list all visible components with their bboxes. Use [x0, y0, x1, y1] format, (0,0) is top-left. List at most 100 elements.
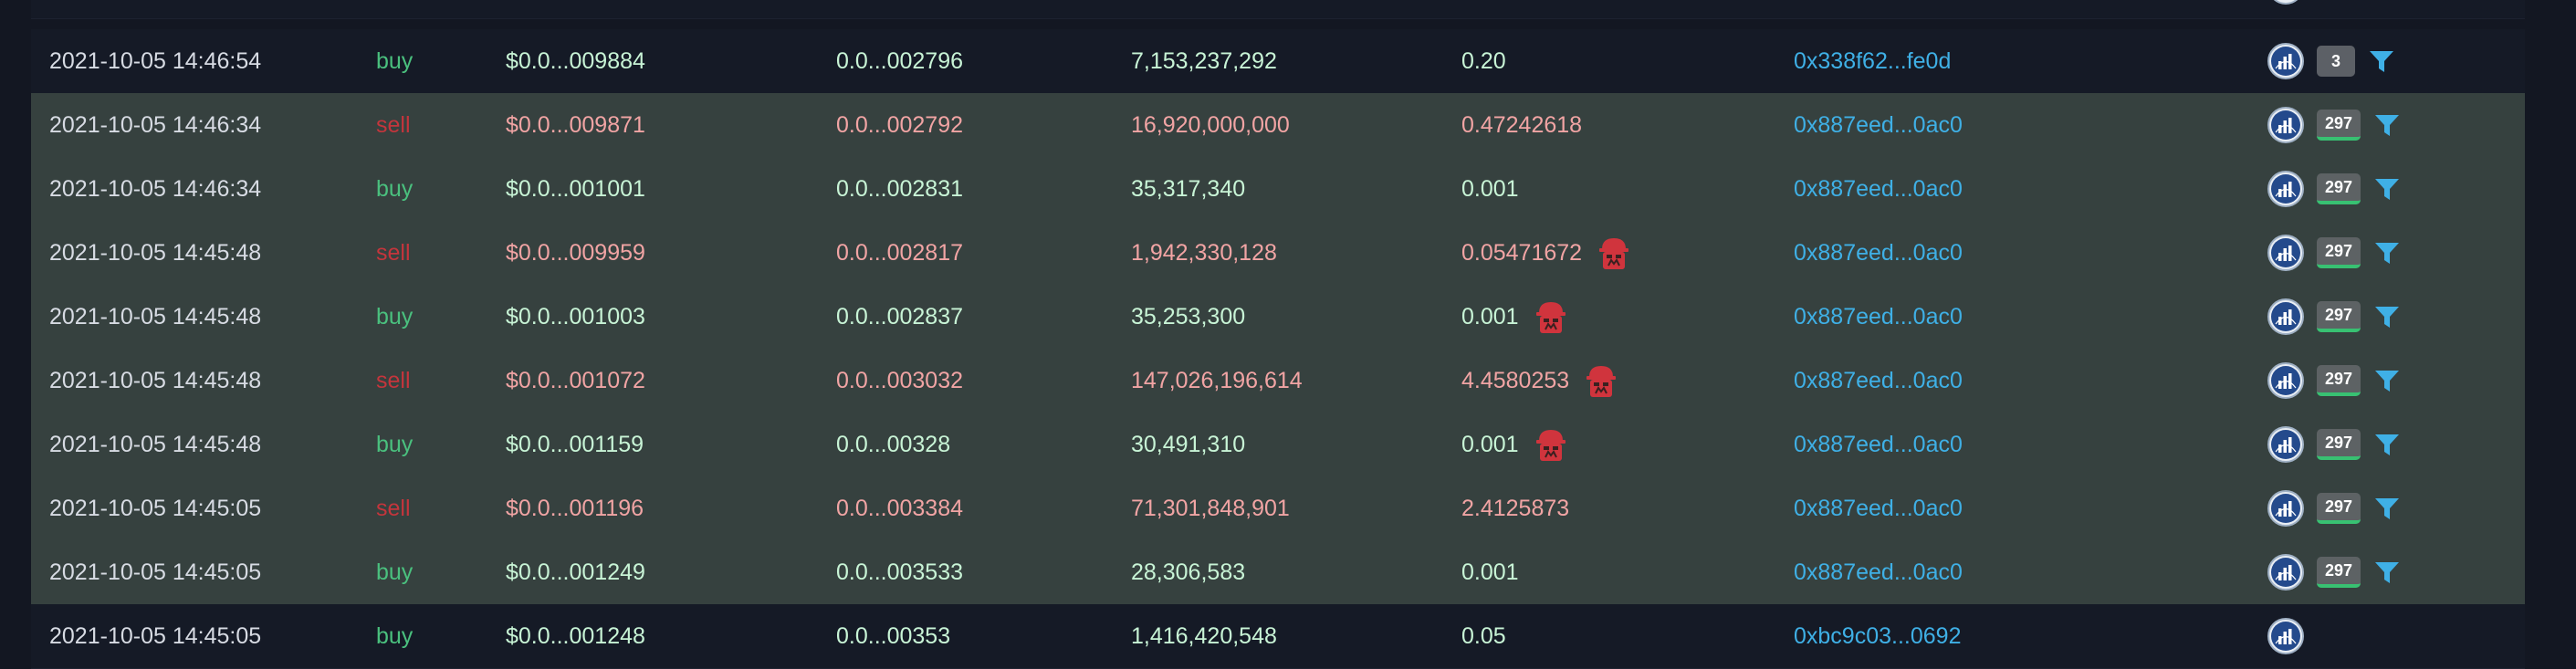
trade-date: 2021-10-05 14:45:48 [49, 367, 262, 393]
trade-quote-value: 0.20 [1461, 47, 1506, 74]
table-row: 2021-10-05 14:45:48 sell $0.0...001072 0.0.… [31, 349, 2525, 413]
trade-price: $0.0...001001 [506, 175, 645, 202]
tx-count-badge[interactable]: 3 [2317, 46, 2355, 77]
trade-quote-value: 0.001 [1461, 303, 1519, 329]
maker-address-link[interactable]: 0x887eed...0ac0 [1794, 368, 1963, 394]
trade-quote-value: 0.47242618 [1461, 111, 1583, 138]
filter-icon[interactable] [2373, 239, 2401, 267]
maker-address-link[interactable]: 0x887eed...0ac0 [1794, 176, 1963, 203]
table-row: 2021-10-05 14:45:48 buy $0.0...001159 0.0..… [31, 413, 2525, 477]
maker-address-link[interactable]: 0x887eed...0ac0 [1794, 112, 1963, 139]
chart-icon[interactable] [2267, 426, 2304, 463]
table-row: 2021-10-05 14:45:05 buy $0.0...001248 0.0..… [31, 604, 2525, 669]
trade-price: $0.0...009871 [506, 111, 645, 138]
trade-date: 2021-10-05 14:45:48 [49, 431, 262, 457]
filter-icon[interactable] [2373, 175, 2401, 203]
trade-date: 2021-10-05 14:45:05 [49, 622, 262, 649]
trade-type: sell [376, 111, 411, 138]
trade-quote: 0.001 [1461, 176, 1519, 203]
chart-icon[interactable] [2267, 43, 2304, 79]
trade-quote: 0.001 [1461, 298, 1568, 335]
trade-price: $0.0...001249 [506, 559, 645, 585]
trade-amount: 147,026,196,614 [1131, 367, 1303, 393]
trade-date: 2021-10-05 14:45:05 [49, 495, 262, 521]
trade-amount: 7,153,237,292 [1131, 47, 1277, 74]
maker-address-link[interactable]: 0xbc9c03...0692 [1794, 623, 1961, 650]
bot-icon [1597, 235, 1631, 271]
chart-icon[interactable] [2267, 235, 2304, 271]
row-actions: 297 [2267, 426, 2401, 463]
trade-price: $0.0...001159 [506, 431, 644, 457]
trade-amount: 28,306,583 [1131, 559, 1246, 585]
trade-base-price: 0.0...00353 [836, 622, 951, 649]
bot-icon [1584, 362, 1618, 399]
tx-count-badge[interactable]: 297 [2317, 365, 2361, 396]
row-actions: 297 [2267, 171, 2401, 207]
tx-count-badge[interactable]: 297 [2317, 301, 2361, 332]
trade-base-price: 0.0...002792 [836, 111, 964, 138]
trade-amount: 30,491,310 [1131, 431, 1246, 457]
trade-base-price: 0.0...002831 [836, 175, 964, 202]
chart-icon[interactable] [2267, 171, 2304, 207]
trade-base-price: 0.0...002837 [836, 303, 964, 329]
row-actions: 297 [2267, 362, 2401, 399]
trade-price: $0.0...001072 [506, 367, 645, 393]
chart-icon[interactable] [2267, 107, 2304, 143]
row-actions: 3 [2267, 43, 2395, 79]
trade-quote: 2.4125873 [1461, 496, 1569, 522]
trade-quote: 0.05 [1461, 623, 1506, 650]
maker-address-link[interactable]: 0x887eed...0ac0 [1794, 240, 1963, 267]
trade-quote-value: 0.05471672 [1461, 239, 1583, 266]
trade-quote-value: 0.001 [1461, 431, 1519, 457]
filter-icon[interactable] [2373, 495, 2401, 522]
tx-count-badge[interactable]: 297 [2317, 493, 2361, 524]
filter-icon[interactable] [2373, 431, 2401, 458]
chart-icon[interactable] [2267, 298, 2304, 335]
filter-icon[interactable] [2373, 367, 2401, 394]
filter-icon[interactable] [2373, 559, 2401, 586]
trade-type: buy [376, 303, 414, 329]
tx-count-badge[interactable]: 297 [2317, 557, 2361, 588]
trade-quote: 0.47242618 [1461, 112, 1582, 139]
maker-address-link[interactable]: 0x887eed...0ac0 [1794, 559, 1963, 586]
maker-address-link[interactable]: 0x887eed...0ac0 [1794, 432, 1963, 458]
tx-count-badge[interactable]: 297 [2317, 429, 2361, 460]
tx-count-badge[interactable]: 297 [2317, 173, 2361, 204]
filter-icon[interactable] [2373, 303, 2401, 330]
tx-count-badge[interactable]: 297 [2317, 237, 2361, 268]
trade-price: $0.0...001003 [506, 303, 645, 329]
trade-base-price: 0.0...00328 [836, 431, 951, 457]
trade-type: sell [376, 239, 411, 266]
trade-type: buy [376, 47, 414, 74]
maker-address-link[interactable]: 0x887eed...0ac0 [1794, 496, 1963, 522]
trade-base-price: 0.0...002817 [836, 239, 964, 266]
maker-address-link[interactable]: 0x338f62...fe0d [1794, 48, 1951, 75]
bot-icon [1534, 426, 1568, 463]
trade-date: 2021-10-05 14:45:05 [49, 559, 262, 585]
chart-icon[interactable] [2267, 618, 2304, 654]
trade-date: 2021-10-05 14:45:48 [49, 303, 262, 329]
table-row-partial [31, 0, 2525, 19]
trade-amount: 16,920,000,000 [1131, 111, 1290, 138]
trade-type: sell [376, 495, 411, 521]
chart-icon[interactable] [2267, 0, 2304, 5]
chart-icon[interactable] [2267, 554, 2304, 591]
row-actions: 297 [2267, 554, 2401, 591]
trade-quote-value: 4.4580253 [1461, 367, 1570, 393]
maker-address-link[interactable]: 0x887eed...0ac0 [1794, 304, 1963, 330]
table-row: 2021-10-05 14:45:48 buy $0.0...001003 0.0..… [31, 285, 2525, 350]
trade-type: buy [376, 175, 414, 202]
filter-icon[interactable] [2368, 47, 2395, 75]
trade-amount: 35,253,300 [1131, 303, 1246, 329]
table-row: 2021-10-05 14:46:34 sell $0.0...009871 0.0.… [31, 93, 2525, 158]
tx-count-badge[interactable]: 297 [2317, 110, 2361, 141]
filter-icon[interactable] [2373, 111, 2401, 139]
chart-icon[interactable] [2267, 362, 2304, 399]
trade-quote: 0.20 [1461, 48, 1506, 75]
trade-base-price: 0.0...003533 [836, 559, 964, 585]
chart-icon[interactable] [2267, 490, 2304, 527]
trade-quote-value: 0.001 [1461, 175, 1519, 202]
trade-quote: 0.05471672 [1461, 235, 1631, 271]
trade-base-price: 0.0...003032 [836, 367, 964, 393]
row-actions [2267, 618, 2304, 654]
